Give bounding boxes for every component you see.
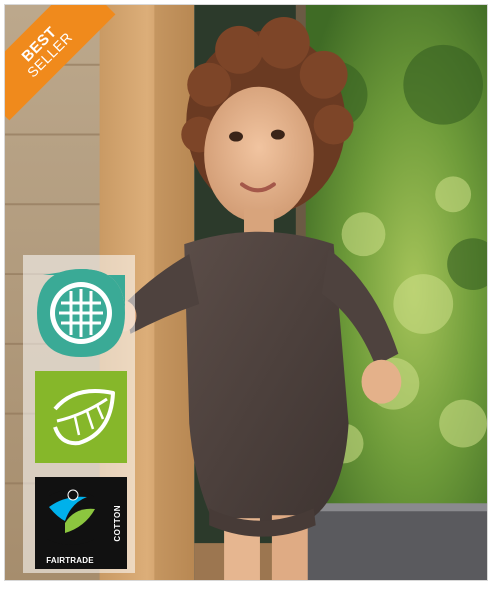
product-image-frame: BEST SELLER FAIRTRADE COTTON <box>4 4 488 581</box>
fairtrade-icon: FAIRTRADE COTTON <box>35 477 127 569</box>
leaf-icon <box>35 371 127 463</box>
woven-fabric-icon <box>37 269 125 357</box>
fairtrade-cotton-label: COTTON <box>112 504 122 542</box>
fairtrade-label: FAIRTRADE <box>46 556 94 565</box>
certification-badges: FAIRTRADE COTTON <box>23 255 135 573</box>
fairtrade-cotton-strip: COTTON <box>107 477 127 569</box>
